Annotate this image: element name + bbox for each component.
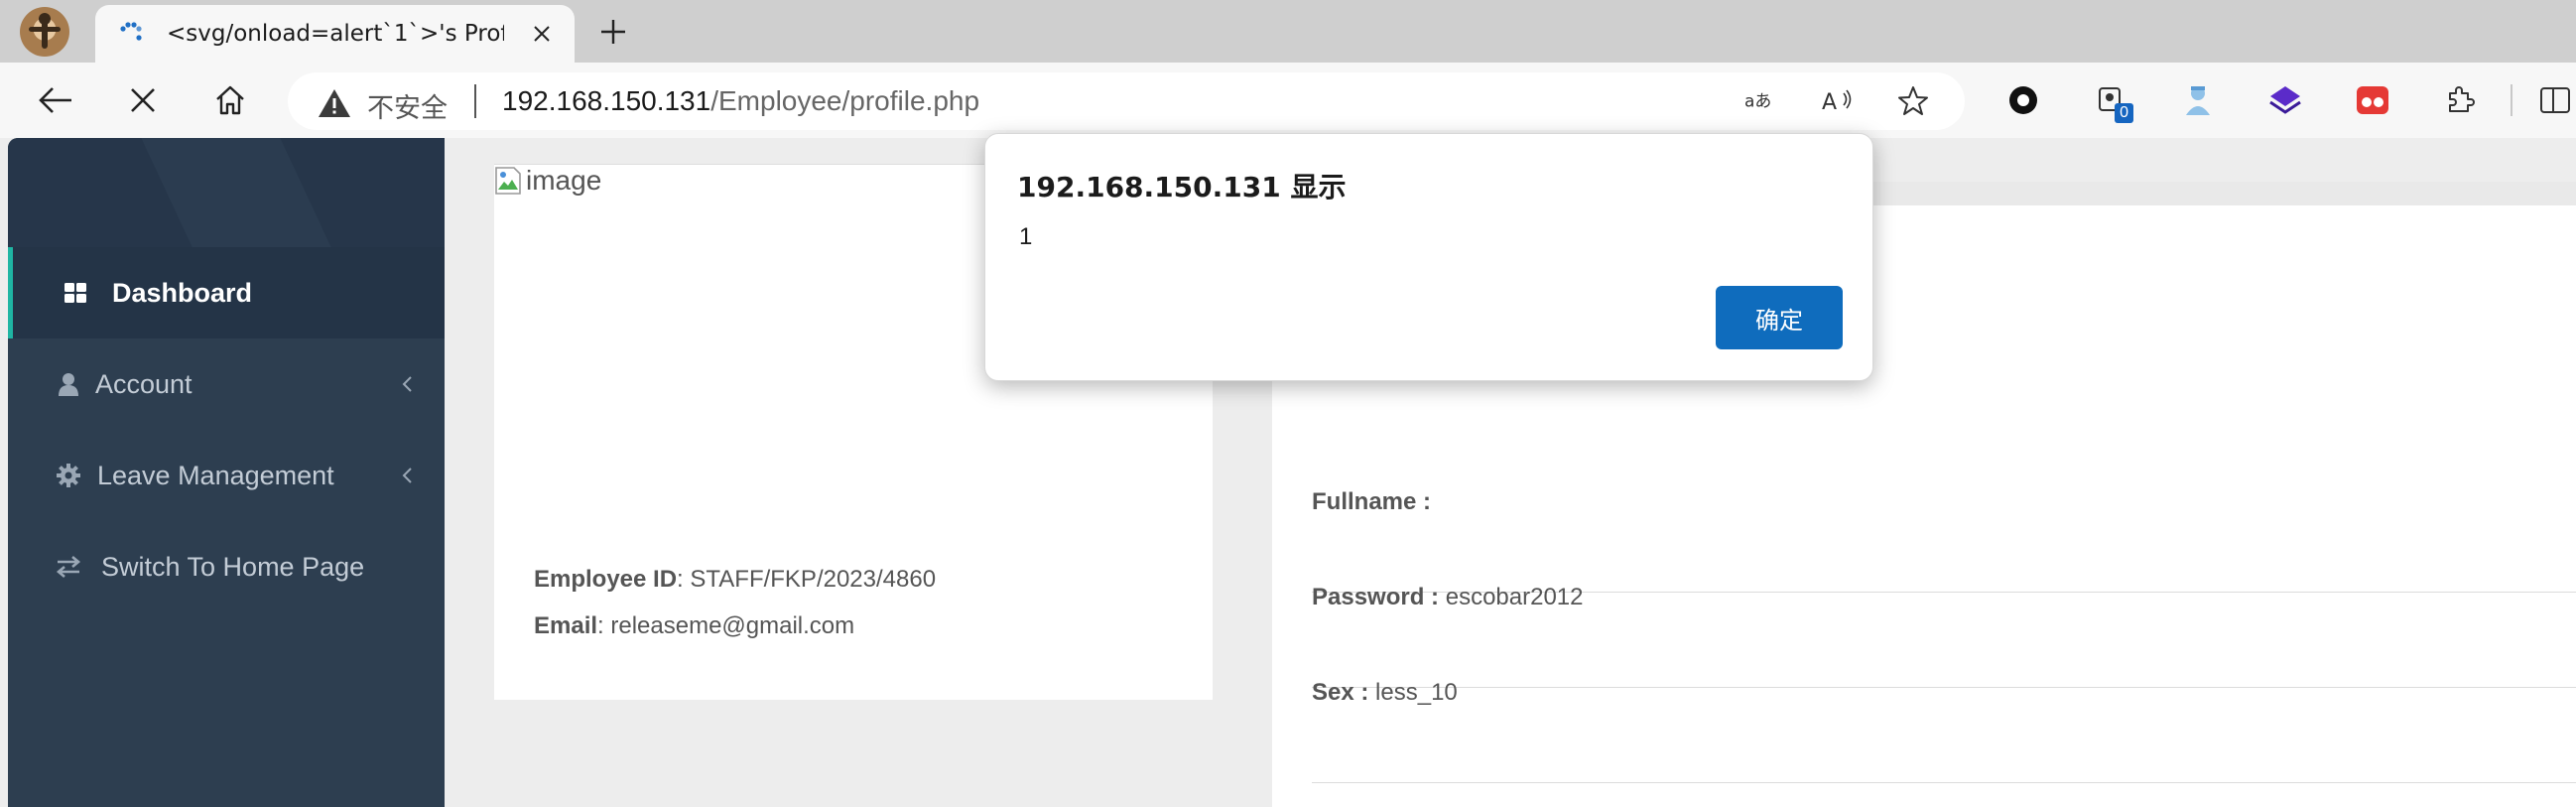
read-aloud-icon[interactable]: A — [1822, 85, 1854, 117]
browser-profile-avatar[interactable] — [20, 7, 69, 57]
sidebar-header — [8, 138, 445, 247]
sidebar-item-label: Switch To Home Page — [101, 551, 365, 582]
password-field: Password : escobar2012 — [1312, 584, 1584, 611]
fullname-row: Fullname : — [1312, 488, 2576, 593]
layers-extension-icon[interactable] — [2264, 79, 2306, 121]
counter-extension-icon[interactable]: 0 — [2090, 79, 2133, 123]
alert-dialog: 192.168.150.131 显示 1 确定 — [984, 133, 1873, 381]
chevron-left-icon — [397, 372, 417, 396]
circle-extension-icon[interactable] — [2002, 79, 2044, 121]
email-field: Email: releaseme@gmail.com — [534, 612, 854, 640]
browser-toolbar: 不安全 192.168.150.131/Employee/profile.php… — [0, 63, 2576, 138]
sex-value: less_10 — [1368, 679, 1458, 706]
sidebar-item-dashboard[interactable]: Dashboard — [8, 247, 445, 338]
password-row: Password : escobar2012 — [1312, 584, 2576, 688]
split-screen-icon[interactable] — [2534, 79, 2576, 121]
toolbar-divider — [2511, 84, 2512, 116]
loading-spinner-icon — [120, 22, 142, 41]
email-label: Email — [534, 612, 598, 639]
url-host: 192.168.150.131 — [502, 85, 711, 116]
sex-field: Sex : less_10 — [1312, 679, 1458, 707]
address-bar[interactable]: 不安全 192.168.150.131/Employee/profile.php… — [288, 72, 1965, 130]
translate-icon[interactable]: aあ — [1744, 85, 1776, 117]
user-icon — [54, 369, 83, 399]
sidebar-item-label: Dashboard — [112, 277, 253, 308]
svg-text:aあ: aあ — [1744, 91, 1771, 111]
fullname-field: Fullname : — [1312, 488, 1431, 516]
sidebar-item-label: Leave Management — [97, 460, 334, 490]
address-bar-divider — [474, 84, 476, 118]
stop-loading-icon[interactable] — [121, 78, 165, 122]
password-value: escobar2012 — [1439, 584, 1584, 610]
favorite-star-icon[interactable] — [1897, 85, 1929, 117]
employee-id-value: : STAFF/FKP/2023/4860 — [677, 566, 937, 593]
url-path: /Employee/profile.php — [710, 85, 980, 116]
image-alt-text: image — [526, 165, 602, 196]
sidebar-item-account[interactable]: Account — [8, 338, 445, 430]
tab-title: <svg/onload=alert`1`>'s Profile | — [167, 21, 504, 47]
sidebar-item-label: Account — [95, 368, 193, 399]
home-icon[interactable] — [208, 78, 252, 122]
new-tab-plus-icon[interactable] — [593, 12, 633, 52]
back-arrow-icon[interactable] — [34, 78, 77, 122]
doctor-extension-icon[interactable] — [2177, 79, 2219, 121]
sidebar-item-leave-management[interactable]: Leave Management — [8, 430, 445, 521]
gear-icon — [54, 461, 83, 490]
email-value: : releaseme@gmail.com — [597, 612, 855, 639]
svg-text:A: A — [1822, 90, 1837, 115]
tab-close-icon[interactable] — [524, 16, 560, 52]
dialog-title: 192.168.150.131 显示 — [1017, 171, 1347, 203]
tab-strip: <svg/onload=alert`1`>'s Profile | — [0, 0, 2576, 63]
puzzle-extensions-icon[interactable] — [2439, 79, 2481, 121]
password-label: Password : — [1312, 584, 1440, 610]
dialog-message: 1 — [1019, 223, 1033, 250]
sex-row: Sex : less_10 — [1312, 679, 2576, 783]
grid-icon — [61, 278, 90, 308]
url-text[interactable]: 192.168.150.131/Employee/profile.php — [502, 85, 979, 117]
browser-tab-active[interactable]: <svg/onload=alert`1`>'s Profile | — [95, 5, 575, 63]
broken-image-icon — [495, 167, 521, 195]
sidebar: Dashboard Account Leave Management Switc… — [8, 138, 445, 807]
employee-id-field: Employee ID: STAFF/FKP/2023/4860 — [534, 566, 936, 594]
red-extension-icon[interactable] — [2352, 79, 2393, 121]
sidebar-item-switch-home[interactable]: Switch To Home Page — [8, 521, 445, 612]
chevron-left-icon — [397, 464, 417, 487]
exchange-icon — [54, 552, 83, 582]
extension-badge: 0 — [2115, 103, 2133, 123]
fullname-label: Fullname : — [1312, 488, 1432, 515]
profile-image-broken: image — [494, 165, 601, 197]
not-secure-label[interactable]: 不安全 — [367, 86, 448, 125]
dialog-ok-button[interactable]: 确定 — [1716, 286, 1843, 349]
sex-label: Sex : — [1312, 679, 1369, 706]
warning-triangle-icon[interactable] — [318, 88, 351, 118]
employee-id-label: Employee ID — [534, 566, 678, 593]
